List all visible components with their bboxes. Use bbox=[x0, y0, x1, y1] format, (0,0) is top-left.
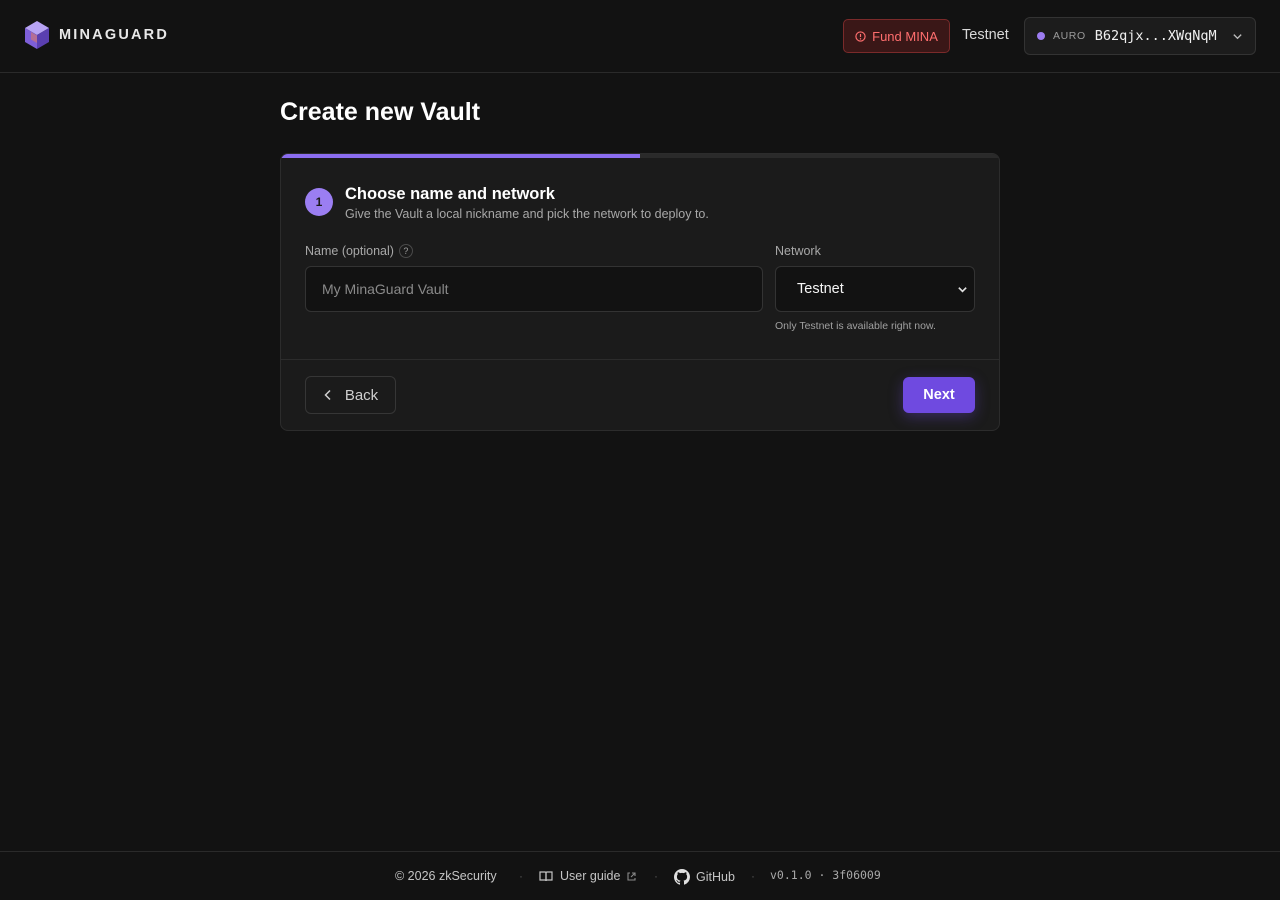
progress-fill bbox=[281, 154, 640, 158]
book-icon bbox=[539, 871, 553, 882]
user-guide-label: User guide bbox=[560, 869, 621, 883]
github-link[interactable]: GitHub bbox=[674, 869, 735, 885]
progress-bar bbox=[281, 154, 999, 158]
minaguard-logo-icon bbox=[25, 21, 49, 49]
github-label: GitHub bbox=[696, 870, 735, 884]
warning-icon bbox=[855, 30, 866, 42]
chevron-left-icon bbox=[324, 389, 331, 401]
fund-mina-label: Fund MINA bbox=[872, 28, 938, 44]
network-field-label: Network bbox=[775, 244, 821, 258]
footer-separator: · bbox=[654, 869, 658, 883]
page-title: Create new Vault bbox=[280, 98, 481, 126]
help-icon[interactable]: ? bbox=[398, 244, 413, 258]
back-button[interactable]: Back bbox=[305, 376, 396, 414]
github-icon bbox=[674, 869, 690, 885]
wallet-address: B62qjx...XWqNqM bbox=[1094, 28, 1217, 44]
step-title: Choose name and network bbox=[345, 185, 555, 203]
top-header: MINAGUARD Fund MINA Testnet AURO B62qjx.… bbox=[0, 0, 1280, 73]
vault-name-input[interactable] bbox=[305, 266, 763, 312]
brand-name: MINAGUARD bbox=[59, 27, 170, 43]
network-select[interactable]: Testnet bbox=[775, 266, 975, 312]
footer: © 2026 zkSecurity · User guide · GitHub … bbox=[0, 851, 1280, 900]
brand-logo[interactable]: MINAGUARD bbox=[24, 20, 169, 50]
chevron-down-icon bbox=[958, 287, 967, 293]
footer-separator: · bbox=[751, 869, 755, 883]
create-vault-card: 1 Choose name and network Give the Vault… bbox=[280, 153, 1000, 431]
network-indicator: Testnet bbox=[962, 27, 1009, 43]
name-field-label: Name (optional) ? bbox=[305, 244, 413, 258]
network-select-value: Testnet bbox=[797, 281, 844, 297]
footer-separator: · bbox=[519, 869, 523, 883]
wallet-dropdown[interactable]: AURO B62qjx...XWqNqM bbox=[1024, 17, 1256, 55]
chevron-down-icon bbox=[1233, 34, 1242, 40]
wallet-status-dot bbox=[1037, 32, 1045, 40]
back-label: Back bbox=[344, 386, 379, 404]
version-text: v0.1.0 · 3f06009 bbox=[770, 868, 881, 882]
name-label-text: Name (optional) bbox=[305, 244, 394, 258]
fund-mina-button[interactable]: Fund MINA bbox=[843, 19, 950, 53]
card-divider bbox=[281, 359, 999, 360]
network-hint: Only Testnet is available right now. bbox=[775, 320, 936, 332]
external-link-icon bbox=[627, 871, 637, 881]
wallet-provider: AURO bbox=[1053, 30, 1086, 42]
user-guide-link[interactable]: User guide bbox=[539, 869, 637, 883]
next-button[interactable]: Next bbox=[903, 377, 975, 413]
step-description: Give the Vault a local nickname and pick… bbox=[345, 207, 709, 221]
step-number-badge: 1 bbox=[305, 188, 333, 216]
copyright-text: © 2026 zkSecurity bbox=[395, 869, 497, 883]
